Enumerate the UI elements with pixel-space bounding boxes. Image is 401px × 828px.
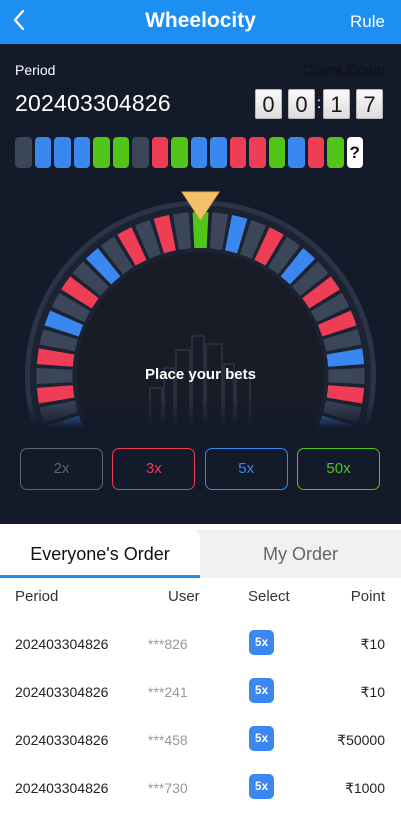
column-header-period: Period [15, 588, 59, 605]
rule-button[interactable]: Rule [350, 12, 385, 32]
cell-period: 202403304826 [15, 684, 109, 700]
place-bets-text: Place your bets [145, 366, 256, 383]
history-chip-blue [54, 137, 71, 168]
countdown-timer: 0 0 : 1 7 [255, 89, 383, 119]
order-table: Period User Select Point 202403304826 ***… [0, 578, 401, 828]
history-chip-red [307, 137, 324, 168]
page-title: Wheelocity [145, 9, 256, 32]
multiplier-button-5x[interactable]: 5x [204, 448, 288, 490]
cell-point: ₹10 [360, 684, 385, 700]
cell-user: ***458 [148, 732, 188, 748]
timer-digit: 7 [356, 89, 383, 119]
history-chip-green [112, 137, 129, 168]
cell-point: ₹10 [360, 636, 385, 652]
table-row: 202403304826 ***730 5x ₹1000 [0, 766, 401, 814]
history-chip-gray [132, 137, 149, 168]
app-header: Wheelocity Rule [0, 0, 401, 44]
history-chip-red [249, 137, 266, 168]
table-row: 202403304826 ***241 5x ₹10 [0, 670, 401, 718]
countdown-label: Count Down [302, 62, 385, 79]
timer-digit: 1 [323, 89, 350, 119]
table-row: 202403304826 ***826 5x ₹10 [0, 622, 401, 670]
cell-user: ***730 [148, 780, 188, 796]
history-chip-red [151, 137, 168, 168]
column-header-select: Select [248, 588, 290, 605]
cell-period: 202403304826 [15, 732, 109, 748]
order-tabs: Everyone's Order My Order [0, 530, 401, 578]
cell-period: 202403304826 [15, 780, 109, 796]
timer-digit: 0 [255, 89, 282, 119]
history-chip-blue [288, 137, 305, 168]
tab-everyones-order[interactable]: Everyone's Order [0, 530, 200, 578]
cell-user: ***241 [148, 684, 188, 700]
history-chip-blue [210, 137, 227, 168]
history-chip-green [327, 137, 344, 168]
result-history: ? [15, 137, 363, 168]
table-row: 202403304826 ***458 5x ₹50000 [0, 718, 401, 766]
period-label: Period [15, 62, 56, 78]
history-chip-blue [190, 137, 207, 168]
column-header-point: Point [350, 588, 385, 605]
cell-user: ***826 [148, 636, 188, 652]
select-badge: 5x [249, 726, 274, 751]
history-chip-blue [34, 137, 51, 168]
cell-period: 202403304826 [15, 636, 109, 652]
tab-my-order[interactable]: My Order [200, 530, 401, 578]
select-badge: 5x [249, 678, 274, 703]
cell-point: ₹50000 [337, 732, 385, 748]
multiplier-button-3x[interactable]: 3x [112, 448, 196, 490]
multiplier-button-2x[interactable]: 2x [20, 448, 103, 490]
history-chip-green [268, 137, 285, 168]
select-badge: 5x [249, 774, 274, 799]
history-chip-blue [73, 137, 90, 168]
history-chip-green [93, 137, 110, 168]
wheel [0, 191, 401, 428]
timer-digit: 0 [288, 89, 315, 119]
history-chip-gray [15, 137, 32, 168]
history-chip-unknown: ? [346, 137, 363, 168]
history-chip-red [229, 137, 246, 168]
game-panel: Period 202403304826 Count Down 0 0 : 1 7… [0, 44, 401, 524]
select-badge: 5x [249, 630, 274, 655]
cell-point: ₹1000 [344, 780, 385, 796]
multiplier-button-50x[interactable]: 50x [296, 448, 380, 490]
period-value: 202403304826 [15, 90, 171, 116]
multiplier-buttons: 2x 3x 5x 50x [20, 448, 380, 490]
timer-separator: : [316, 95, 322, 112]
history-chip-green [171, 137, 188, 168]
column-header-user: User [168, 588, 200, 605]
